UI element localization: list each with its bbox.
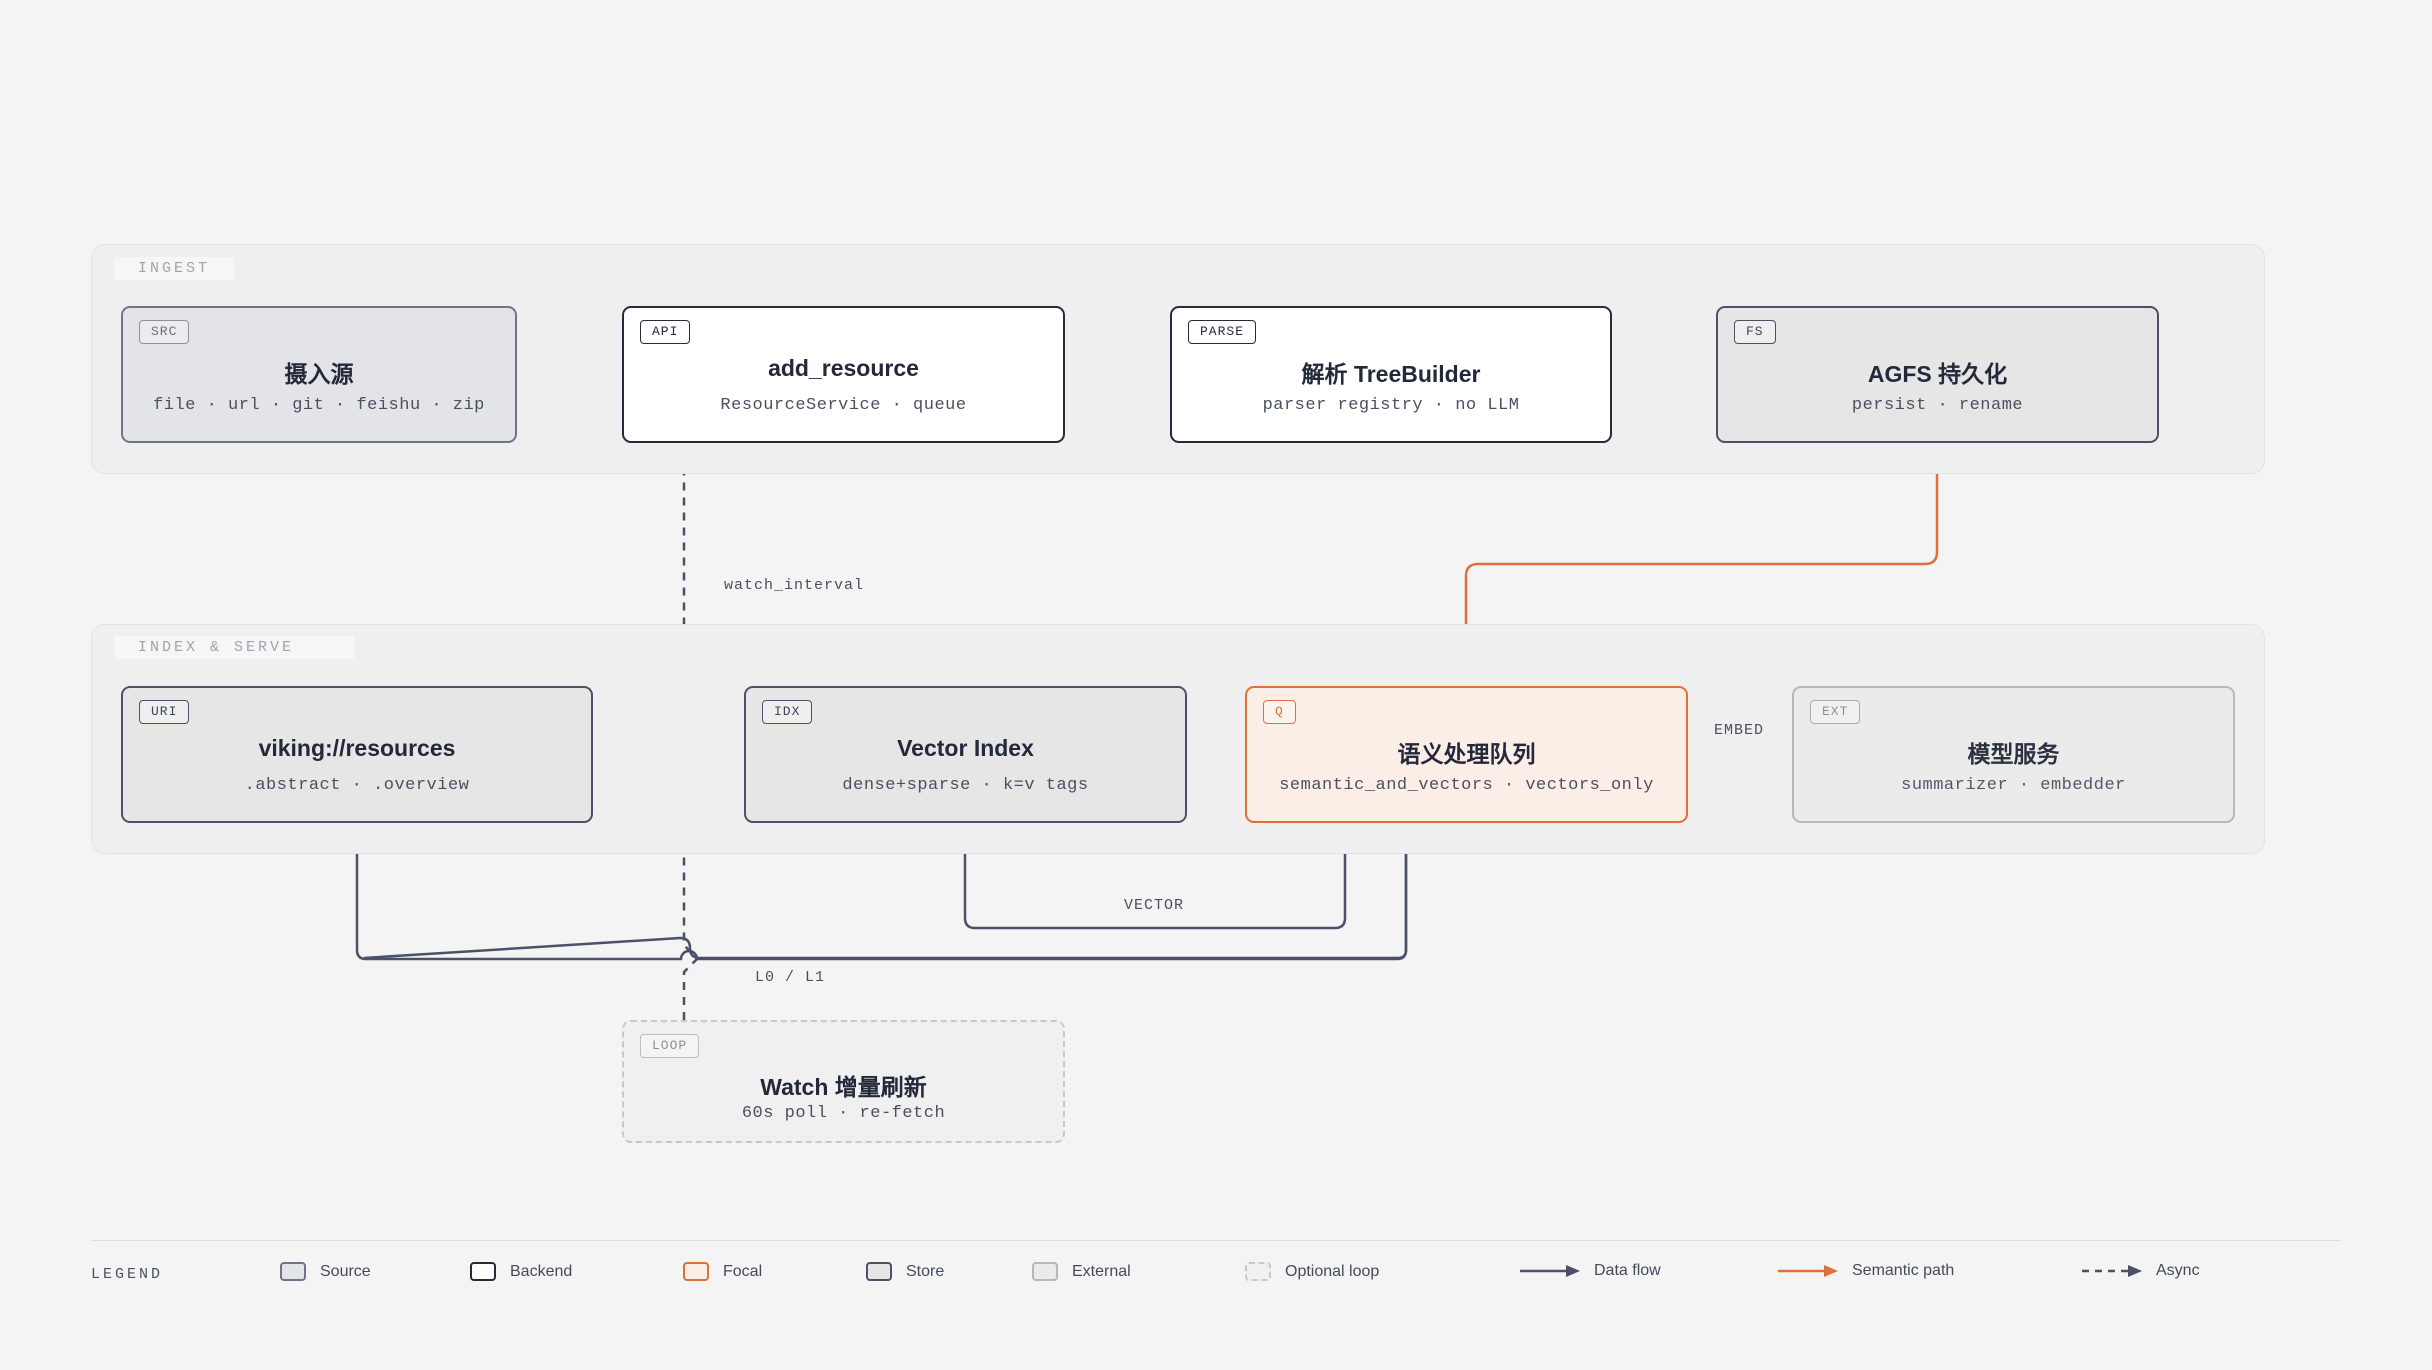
- node-title: 解析 TreeBuilder: [1301, 361, 1481, 387]
- viking-resources-node[interactable]: URI viking://resources .abstract · .over…: [121, 686, 593, 823]
- tree-builder-node[interactable]: PARSE 解析 TreeBuilder parser registry · n…: [1170, 306, 1612, 443]
- agfs-persist-node[interactable]: FS AGFS 持久化 persist · rename: [1716, 306, 2159, 443]
- node-tag: API: [640, 320, 691, 344]
- node-tag: IDX: [762, 700, 813, 724]
- legend-focal: Focal: [683, 1262, 762, 1281]
- node-title: 语义处理队列: [1397, 741, 1536, 767]
- legend-async: Async: [2082, 1262, 2200, 1280]
- legend-source-label: Source: [320, 1262, 371, 1280]
- node-subtitle: file · url · git · feishu · zip: [153, 396, 485, 415]
- model-service-node[interactable]: EXT 模型服务 summarizer · embedder: [1792, 686, 2235, 823]
- legend-external: External: [1032, 1262, 1131, 1281]
- node-tag: SRC: [139, 320, 190, 344]
- external-swatch: [1032, 1262, 1058, 1281]
- node-tag: FS: [1734, 320, 1776, 344]
- node-subtitle: 60s poll · re-fetch: [741, 1104, 946, 1123]
- focal-swatch: [683, 1262, 709, 1281]
- legend-store: Store: [866, 1262, 944, 1281]
- node-tag: EXT: [1810, 700, 1861, 724]
- node-title: AGFS 持久化: [1867, 361, 2008, 387]
- node-subtitle: ResourceService · queue: [720, 396, 967, 415]
- legend-backend-label: Backend: [510, 1262, 573, 1280]
- legend-data-flow-label: Data flow: [1594, 1262, 1661, 1279]
- watch-refresh-node[interactable]: LOOP Watch 增量刷新 60s poll · re-fetch: [622, 1020, 1065, 1143]
- legend-focal-label: Focal: [723, 1262, 763, 1280]
- node-title: add_resource: [768, 355, 919, 381]
- node-tag: LOOP: [640, 1034, 700, 1058]
- data-flow-swatch: [1520, 1265, 1580, 1277]
- vector-label: VECTOR: [1124, 897, 1185, 914]
- legend-optional-loop: Optional loop: [1245, 1262, 1379, 1281]
- node-subtitle: persist · rename: [1851, 396, 2024, 415]
- node-subtitle: dense+sparse · k=v tags: [842, 776, 1089, 795]
- node-subtitle: semantic_and_vectors · vectors_only: [1279, 776, 1654, 795]
- watch-interval-label: watch_interval: [724, 577, 865, 594]
- legend-async-label: Async: [2156, 1262, 2200, 1279]
- node-tag: PARSE: [1188, 320, 1257, 344]
- legend-store-label: Store: [906, 1262, 945, 1280]
- l0-l1-label: L0 / L1: [755, 969, 826, 986]
- add-resource-node[interactable]: API add_resource ResourceService · queue: [622, 306, 1065, 443]
- node-title: 摄入源: [284, 361, 354, 387]
- index-serve-group-label: INDEX & SERVE: [114, 636, 355, 659]
- semantic-queue-node[interactable]: Q 语义处理队列 semantic_and_vectors · vectors_…: [1245, 686, 1688, 823]
- async-swatch: [2082, 1265, 2142, 1277]
- legend-optional-loop-label: Optional loop: [1285, 1262, 1380, 1280]
- legend-divider: [91, 1240, 2341, 1241]
- legend-semantic-path-label: Semantic path: [1852, 1262, 1955, 1279]
- embed-label: EMBED: [1714, 722, 1765, 739]
- legend-title: LEGEND: [91, 1266, 164, 1283]
- optional-loop-swatch: [1245, 1262, 1271, 1281]
- node-tag: Q: [1263, 700, 1296, 724]
- backend-swatch: [470, 1262, 496, 1281]
- node-title: viking://resources: [258, 735, 456, 761]
- ingest-source-node[interactable]: SRC 摄入源 file · url · git · feishu · zip: [121, 306, 517, 443]
- legend-backend: Backend: [470, 1262, 572, 1281]
- vector-index-node[interactable]: IDX Vector Index dense+sparse · k=v tags: [744, 686, 1187, 823]
- node-title: Watch 增量刷新: [760, 1074, 927, 1100]
- legend-data-flow: Data flow: [1520, 1262, 1661, 1280]
- node-subtitle: summarizer · embedder: [1901, 776, 2126, 795]
- ingest-group-label: INGEST: [114, 257, 235, 280]
- node-title: 模型服务: [1967, 741, 2060, 767]
- node-subtitle: parser registry · no LLM: [1262, 396, 1520, 415]
- node-title: Vector Index: [897, 735, 1034, 761]
- semantic-path-swatch: [1778, 1265, 1838, 1277]
- source-swatch: [280, 1262, 306, 1281]
- store-swatch: [866, 1262, 892, 1281]
- node-subtitle: .abstract · .overview: [244, 776, 470, 795]
- node-tag: URI: [139, 700, 190, 724]
- legend-source: Source: [280, 1262, 371, 1281]
- legend-semantic-path: Semantic path: [1778, 1262, 1954, 1280]
- legend-external-label: External: [1072, 1262, 1131, 1280]
